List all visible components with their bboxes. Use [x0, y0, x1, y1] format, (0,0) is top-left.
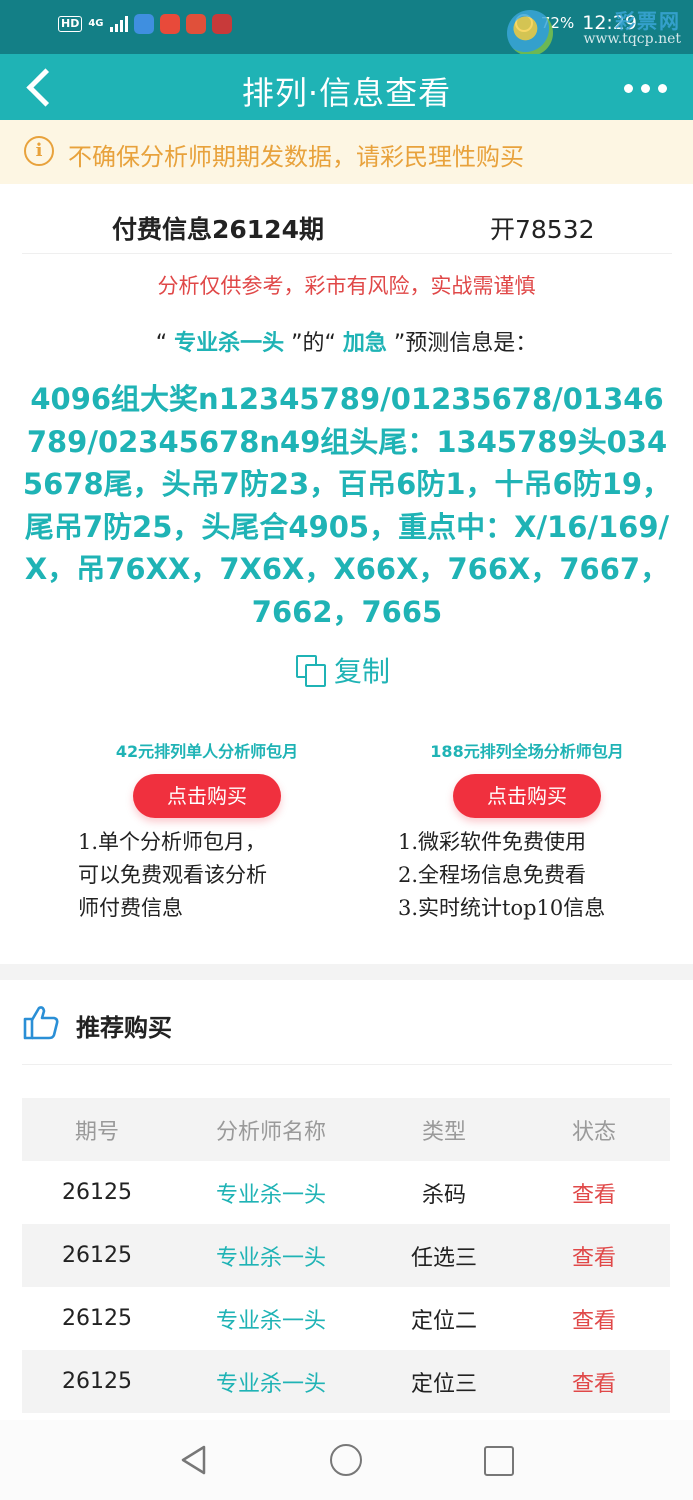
section-gap [0, 964, 693, 980]
watermark-logo-icon [507, 10, 553, 56]
draw-result: 开78532 [490, 215, 595, 244]
urgent-tag: 加急 [342, 331, 387, 356]
info-icon: i [24, 136, 54, 166]
cell-type: 定位三 [410, 1371, 477, 1397]
status-left: HD 4G [58, 14, 232, 34]
package-all: 188元排列全场分析师包月 点击购买 1.微彩软件免费使用 2.全程场信息免费看… [382, 738, 672, 925]
recommend-table: 期号 分析师名称 类型 状态 26125 专业杀一头 杀码 查看 26125 专… [22, 1098, 670, 1413]
signal-icon [109, 16, 128, 32]
table-row[interactable]: 26125 专业杀一头 定位三 查看 [22, 1350, 670, 1413]
table-row[interactable]: 26125 专业杀一头 任选三 查看 [22, 1224, 670, 1287]
cell-analyst-link[interactable]: 专业杀一头 [172, 1240, 370, 1272]
cell-type: 杀码 [421, 1182, 466, 1208]
page-title: 排列·信息查看 [241, 74, 452, 112]
column-header-status: 状态 [571, 1119, 616, 1145]
prediction-label: “ 专业杀一头 ”的“ 加急 ”预测信息是： [155, 331, 538, 356]
table-row[interactable]: 26125 专业杀一头 定位二 查看 [22, 1287, 670, 1350]
notification-app-icon [185, 14, 206, 34]
info-row: 付费信息26124期 开78532 [0, 208, 693, 248]
nav-back-triangle-icon[interactable] [178, 1444, 210, 1476]
table-header: 期号 分析师名称 类型 状态 [22, 1098, 670, 1161]
cell-issue: 26125 [62, 1180, 132, 1205]
cell-analyst-link[interactable]: 专业杀一头 [172, 1177, 370, 1209]
warning-notice: i 不确保分析师期期发数据，请彩民理性购买 [0, 120, 693, 184]
divider [22, 253, 672, 254]
notification-app-icon [211, 14, 232, 34]
table-row[interactable]: 26125 专业杀一头 杀码 查看 [22, 1161, 670, 1224]
cell-issue: 26125 [62, 1306, 132, 1331]
cell-type: 任选三 [410, 1245, 477, 1271]
watermark-name: 彩票网 [615, 9, 681, 33]
info-title: 付费信息26124期 [112, 215, 324, 244]
notification-app-icon [159, 14, 180, 34]
view-link[interactable]: 查看 [518, 1303, 670, 1335]
notice-text: 不确保分析师期期发数据，请彩民理性购买 [68, 143, 524, 171]
cell-analyst-link[interactable]: 专业杀一头 [172, 1366, 370, 1398]
divider [22, 1064, 672, 1065]
copy-label: 复制 [334, 655, 391, 688]
watermark-url: www.tqcp.net [583, 31, 681, 47]
column-header-issue: 期号 [74, 1119, 119, 1145]
package-title: 188元排列全场分析师包月 [430, 742, 624, 761]
copy-icon [296, 655, 326, 687]
cell-type: 定位二 [410, 1308, 477, 1334]
hd-indicator: HD [58, 16, 83, 32]
status-bar: HD 4G 72% 12:29 彩票网 www.tqcp.net [0, 0, 693, 56]
watermark: 彩票网 www.tqcp.net [507, 9, 681, 56]
network-type: 4G [88, 18, 104, 29]
package-description: 1.微彩软件免费使用 2.全程场信息免费看 3.实时统计top10信息 [398, 830, 606, 920]
app-header: 排列·信息查看 [0, 54, 693, 120]
section-title: 推荐购买 [76, 1014, 172, 1042]
notification-app-icon [133, 14, 154, 34]
nav-recent-square-icon[interactable] [484, 1446, 514, 1476]
column-header-type: 类型 [421, 1119, 466, 1145]
package-single: 42元排列单人分析师包月 点击购买 1.单个分析师包月， 可以免费观看该分析 师… [62, 738, 352, 925]
package-description: 1.单个分析师包月， 可以免费观看该分析 师付费信息 [78, 830, 267, 920]
prediction-content: 4096组大奖n12345789/01235678/01346789/02345… [22, 382, 672, 629]
view-link[interactable]: 查看 [518, 1366, 670, 1398]
risk-warning: 分析仅供参考，彩市有风险，实战需谨慎 [157, 274, 536, 298]
cell-analyst-link[interactable]: 专业杀一头 [172, 1303, 370, 1335]
copy-button[interactable]: 复制 [296, 650, 390, 690]
cell-issue: 26125 [62, 1243, 132, 1268]
view-link[interactable]: 查看 [518, 1240, 670, 1272]
column-header-analyst: 分析师名称 [215, 1119, 326, 1145]
buy-button[interactable]: 点击购买 [133, 774, 281, 818]
more-menu-button[interactable] [624, 84, 667, 93]
thumbs-up-icon [23, 1006, 59, 1040]
package-title: 42元排列单人分析师包月 [115, 742, 299, 761]
view-link[interactable]: 查看 [518, 1177, 670, 1209]
more-dots-icon [624, 84, 633, 93]
buy-button[interactable]: 点击购买 [453, 774, 601, 818]
nav-home-circle-icon[interactable] [330, 1444, 362, 1476]
system-nav-bar [0, 1420, 693, 1500]
analyst-name: 专业杀一头 [174, 331, 285, 356]
cell-issue: 26125 [62, 1369, 132, 1394]
